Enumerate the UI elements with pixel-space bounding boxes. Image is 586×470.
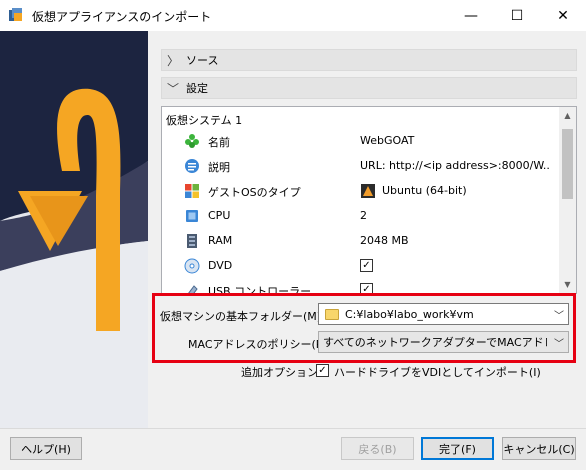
list-item-value[interactable]: 2048 MB bbox=[360, 234, 550, 247]
title-bar: 仮想アプライアンスのインポート — ☐ ✕ bbox=[0, 0, 586, 31]
maximize-button[interactable]: ☐ bbox=[494, 0, 540, 31]
import-vdi-checkbox[interactable]: ✓ bbox=[316, 364, 329, 377]
chevron-down-icon: ﹀ bbox=[166, 81, 179, 96]
cancel-button[interactable]: キャンセル(C) bbox=[502, 437, 576, 460]
close-button[interactable]: ✕ bbox=[540, 0, 586, 31]
source-section-header[interactable]: 〉 ソース bbox=[161, 49, 577, 71]
appliance-settings-list[interactable]: 仮想システム 1 名前 WebGOAT 説明 URL: http://<ip a… bbox=[161, 106, 577, 294]
list-item-os-type[interactable]: ゲストOSのタイプ Ubuntu (64-bit) bbox=[162, 179, 562, 203]
list-item-label: DVD bbox=[208, 259, 233, 272]
list-item-label: RAM bbox=[208, 234, 233, 247]
list-scrollbar[interactable]: ▲ ▼ bbox=[559, 107, 576, 293]
scrollbar-thumb[interactable] bbox=[562, 129, 573, 199]
source-section-label: ソース bbox=[186, 54, 219, 67]
chevron-down-icon: ﹀ bbox=[554, 339, 564, 350]
settings-section-label: 設定 bbox=[186, 82, 208, 95]
footer-divider bbox=[0, 428, 586, 429]
folder-icon bbox=[325, 308, 339, 320]
ram-icon bbox=[187, 234, 197, 248]
settings-section-header[interactable]: ﹀ 設定 bbox=[161, 77, 577, 99]
base-folder-select[interactable]: C:¥labo¥labo_work¥vm ﹀ bbox=[318, 303, 569, 325]
virtual-system-group-title: 仮想システム 1 bbox=[166, 114, 243, 127]
list-item-usb[interactable]: USB コントローラー ✓ bbox=[162, 278, 562, 293]
scroll-up-icon[interactable]: ▲ bbox=[559, 107, 576, 124]
list-item-ram[interactable]: RAM 2048 MB bbox=[162, 229, 562, 253]
finish-button[interactable]: 完了(F) bbox=[421, 437, 494, 460]
additional-options-label: 追加オプション: bbox=[241, 366, 322, 379]
name-icon bbox=[185, 134, 199, 148]
import-vdi-label: ハードドライブをVDIとしてインポート(I) bbox=[334, 366, 541, 379]
list-item-dvd[interactable]: DVD ✓ bbox=[162, 254, 562, 278]
base-folder-label: 仮想マシンの基本フォルダー(M): bbox=[160, 310, 325, 323]
mac-policy-label: MACアドレスのポリシー(P): bbox=[188, 338, 331, 351]
list-item-value[interactable]: WebGOAT bbox=[360, 134, 550, 147]
list-item-label: 説明 bbox=[208, 161, 230, 174]
list-item-label: ゲストOSのタイプ bbox=[208, 186, 301, 199]
scroll-down-icon[interactable]: ▼ bbox=[559, 276, 576, 293]
os-type-icon bbox=[185, 184, 199, 198]
list-item-label: 名前 bbox=[208, 136, 230, 149]
list-item-value[interactable]: Ubuntu (64-bit) bbox=[382, 184, 467, 197]
virtualbox-icon bbox=[9, 8, 22, 21]
base-folder-value: C:¥labo¥labo_work¥vm bbox=[345, 307, 474, 321]
list-item-description[interactable]: 説明 URL: http://<ip address>:8000/W... bbox=[162, 154, 562, 178]
dvd-checkbox[interactable]: ✓ bbox=[360, 259, 373, 272]
description-icon bbox=[185, 159, 199, 173]
cpu-icon bbox=[186, 210, 198, 222]
list-item-name[interactable]: 名前 WebGOAT bbox=[162, 129, 562, 153]
mac-policy-value: すべてのネットワークアダプターでMACアドレスを生 bbox=[323, 336, 547, 349]
list-item-value[interactable]: 2 bbox=[360, 209, 550, 222]
chevron-right-icon: 〉 bbox=[166, 53, 179, 68]
dvd-icon bbox=[184, 258, 200, 274]
mac-policy-select[interactable]: すべてのネットワークアダプターでMACアドレスを生 ﹀ bbox=[318, 331, 569, 353]
wizard-artwork bbox=[0, 31, 148, 429]
minimize-button[interactable]: — bbox=[448, 0, 494, 31]
help-button[interactable]: ヘルプ(H) bbox=[10, 437, 82, 460]
list-item-label: CPU bbox=[208, 209, 231, 222]
window-title: 仮想アプライアンスのインポート bbox=[32, 10, 212, 24]
list-item-cpu[interactable]: CPU 2 bbox=[162, 204, 562, 228]
ubuntu-icon bbox=[361, 184, 375, 198]
list-item-value[interactable]: URL: http://<ip address>:8000/W... bbox=[360, 159, 550, 172]
chevron-down-icon: ﹀ bbox=[554, 311, 564, 322]
back-button[interactable]: 戻る(B) bbox=[341, 437, 414, 460]
